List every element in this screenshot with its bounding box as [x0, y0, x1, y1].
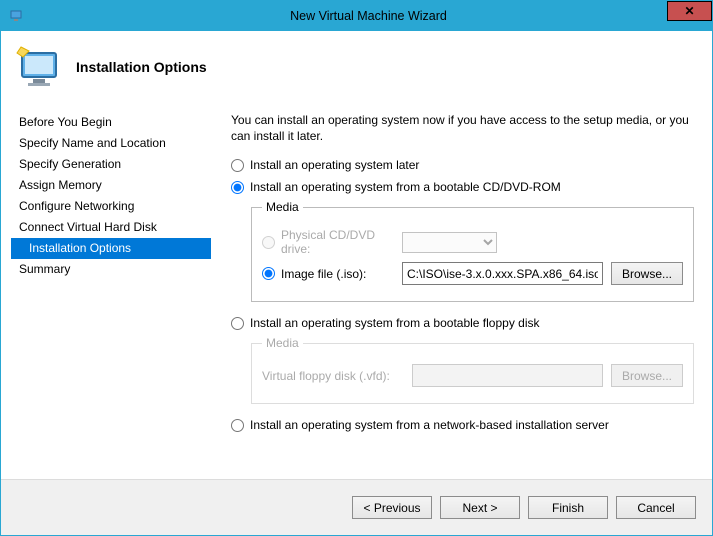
- media-floppy-legend: Media: [262, 336, 303, 350]
- sidebar-item-specify-name[interactable]: Specify Name and Location: [11, 133, 211, 154]
- option-network: Install an operating system from a netwo…: [231, 418, 694, 432]
- media-cd-legend: Media: [262, 200, 303, 214]
- radio-install-later[interactable]: [231, 159, 244, 172]
- window-title: New Virtual Machine Wizard: [25, 9, 712, 23]
- label-install-later: Install an operating system later: [250, 158, 419, 172]
- titlebar: New Virtual Machine Wizard ✕: [1, 1, 712, 31]
- physical-drive-row: Physical CD/DVD drive:: [262, 228, 683, 256]
- cancel-button[interactable]: Cancel: [616, 496, 696, 519]
- sidebar-item-summary[interactable]: Summary: [11, 259, 211, 280]
- option-floppy: Install an operating system from a boota…: [231, 316, 694, 330]
- radio-cddvd[interactable]: [231, 181, 244, 194]
- wizard-window: New Virtual Machine Wizard ✕ Installatio…: [0, 0, 713, 536]
- physical-drive-select: [402, 232, 497, 253]
- label-physical-drive: Physical CD/DVD drive:: [281, 228, 402, 256]
- page-heading: Installation Options: [76, 59, 207, 75]
- radio-floppy[interactable]: [231, 317, 244, 330]
- previous-button[interactable]: < Previous: [352, 496, 432, 519]
- media-floppy-group: Media Virtual floppy disk (.vfd): Browse…: [251, 336, 694, 404]
- content-area: You can install an operating system now …: [211, 112, 702, 479]
- vfd-row: Virtual floppy disk (.vfd): Browse...: [262, 364, 683, 387]
- close-button[interactable]: ✕: [667, 1, 712, 21]
- radio-iso[interactable]: [262, 267, 275, 280]
- wizard-header: Installation Options: [1, 31, 712, 102]
- option-install-later: Install an operating system later: [231, 158, 694, 172]
- sidebar-item-before-you-begin[interactable]: Before You Begin: [11, 112, 211, 133]
- wizard-body: Before You Begin Specify Name and Locati…: [1, 102, 712, 479]
- label-iso: Image file (.iso):: [281, 267, 366, 281]
- sidebar-item-specify-generation[interactable]: Specify Generation: [11, 154, 211, 175]
- intro-text: You can install an operating system now …: [231, 112, 694, 144]
- iso-option: Image file (.iso):: [262, 267, 402, 281]
- app-icon: [9, 8, 25, 24]
- sidebar-item-connect-vhd[interactable]: Connect Virtual Hard Disk: [11, 217, 211, 238]
- iso-path-input[interactable]: [402, 262, 603, 285]
- option-cddvd: Install an operating system from a boota…: [231, 180, 694, 194]
- browse-vfd-button: Browse...: [611, 364, 683, 387]
- wizard-footer: < Previous Next > Finish Cancel: [1, 479, 712, 535]
- finish-button[interactable]: Finish: [528, 496, 608, 519]
- media-cd-group: Media Physical CD/DVD drive: Image file …: [251, 200, 694, 302]
- browse-iso-button[interactable]: Browse...: [611, 262, 683, 285]
- iso-row: Image file (.iso): Browse...: [262, 262, 683, 285]
- label-floppy: Install an operating system from a boota…: [250, 316, 540, 330]
- step-sidebar: Before You Begin Specify Name and Locati…: [11, 112, 211, 479]
- monitor-icon: [13, 39, 68, 94]
- radio-network[interactable]: [231, 419, 244, 432]
- close-icon: ✕: [684, 4, 694, 18]
- label-vfd: Virtual floppy disk (.vfd):: [262, 369, 412, 383]
- label-network: Install an operating system from a netwo…: [250, 418, 609, 432]
- next-button[interactable]: Next >: [440, 496, 520, 519]
- sidebar-item-configure-networking[interactable]: Configure Networking: [11, 196, 211, 217]
- vfd-path-input: [412, 364, 603, 387]
- physical-drive-option: Physical CD/DVD drive:: [262, 228, 402, 256]
- sidebar-item-assign-memory[interactable]: Assign Memory: [11, 175, 211, 196]
- label-cddvd: Install an operating system from a boota…: [250, 180, 561, 194]
- radio-physical-drive: [262, 236, 275, 249]
- sidebar-item-installation-options[interactable]: Installation Options: [11, 238, 211, 259]
